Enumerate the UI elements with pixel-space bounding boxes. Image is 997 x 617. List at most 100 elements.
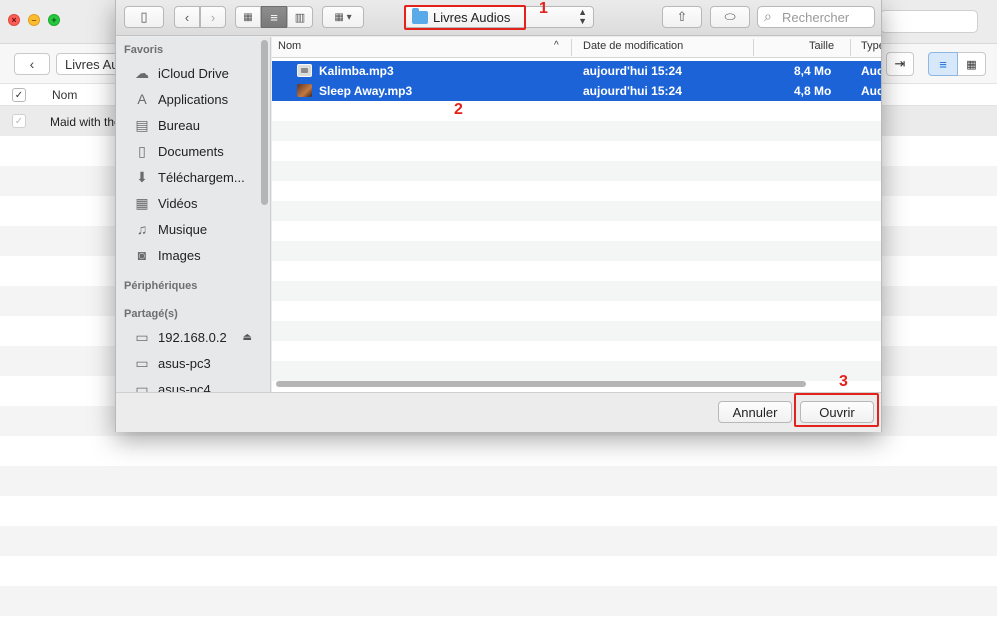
file-row-kalimba[interactable]: Kalimba.mp3 aujourd'hui 15:24 8,4 Mo Aud… xyxy=(272,61,881,81)
file-type: Audio xyxy=(861,64,881,78)
list-item xyxy=(272,201,881,221)
sidebar-item-musique[interactable]: ♫ Musique xyxy=(132,219,262,239)
sidebar-item-images[interactable]: ◙ Images xyxy=(132,245,262,265)
minimize-icon: – xyxy=(31,15,37,25)
sidebar-item-label: asus-pc3 xyxy=(158,355,211,371)
sidebar-item-label: Téléchargem... xyxy=(158,169,245,185)
list-item xyxy=(272,221,881,241)
bg-grid-view-button[interactable]: ▦ xyxy=(958,52,986,76)
grid-icon: ▦ xyxy=(243,11,253,23)
bg-list-view-button[interactable]: ≡ xyxy=(928,52,958,76)
file-date: aujourd'hui 15:24 xyxy=(583,64,682,78)
computer-icon: ▭ xyxy=(135,380,149,393)
column-header-date[interactable]: Date de modification xyxy=(583,40,683,52)
back-button[interactable]: ‹ xyxy=(174,6,200,28)
column-header-type[interactable]: Type xyxy=(861,40,881,52)
location-popup[interactable]: Livres Audios ▲ ▼ xyxy=(404,6,594,28)
bg-search-field[interactable] xyxy=(880,10,978,33)
minimize-window-button[interactable]: – xyxy=(28,14,40,26)
list-view-button[interactable]: ≡ xyxy=(261,6,287,28)
list-item xyxy=(272,261,881,281)
table-row xyxy=(0,586,997,616)
sidebar-section-peripheriques: Périphériques xyxy=(124,280,198,292)
dialog-toolbar: ▯ ‹ › ▦ ≡ ▥ ▦ ▾ Livres Audios ▲ ▼ ⇧ ⬭ ⌕ … xyxy=(116,0,881,36)
sidebar-item-telechargements[interactable]: ⬇ Téléchargem... xyxy=(132,167,262,187)
annotation-number: 1 xyxy=(539,0,548,17)
zoom-window-button[interactable]: + xyxy=(48,14,60,26)
folder-icon xyxy=(412,8,428,24)
sidebar-item-asus-pc3[interactable]: ▭ asus-pc3 xyxy=(132,353,262,373)
album-art-icon xyxy=(297,84,312,97)
eject-icon[interactable]: ⏏ xyxy=(243,332,252,343)
sidebar-item-bureau[interactable]: ▤ Bureau xyxy=(132,115,262,135)
sidebar-scrollbar[interactable] xyxy=(261,40,268,205)
list-item xyxy=(272,301,881,321)
horizontal-scrollbar[interactable] xyxy=(276,381,806,387)
file-list: Nom ^ Date de modification Taille Type K… xyxy=(272,37,881,392)
desktop-icon: ▤ xyxy=(135,116,149,133)
sidebar-toggle-button[interactable]: ▯ xyxy=(124,6,164,28)
sidebar-item-label: Bureau xyxy=(158,117,200,133)
sidebar-item-192-168-0-2[interactable]: ▭ 192.168.0.2 ⏏ xyxy=(132,327,262,347)
document-icon: ▯ xyxy=(138,142,146,159)
sidebar-section-favoris: Favoris xyxy=(124,44,164,56)
open-button[interactable]: Ouvrir xyxy=(800,401,874,423)
tags-button[interactable]: ⬭ xyxy=(710,6,750,28)
column-header-taille[interactable]: Taille xyxy=(809,40,834,52)
sidebar-item-label: Vidéos xyxy=(158,195,198,211)
location-label: Livres Audios xyxy=(433,10,511,25)
sidebar-item-label: Applications xyxy=(158,91,229,107)
file-date: aujourd'hui 15:24 xyxy=(583,84,682,98)
updown-arrows-icon: ▲ ▼ xyxy=(578,7,587,26)
sidebar-item-icloud-drive[interactable]: ☁ iCloud Drive xyxy=(132,63,262,83)
chevron-left-icon: ‹ xyxy=(29,56,35,72)
bg-select-all-checkbox[interactable]: ✓ xyxy=(12,88,26,102)
column-header-nom[interactable]: Nom xyxy=(278,40,301,52)
table-row xyxy=(0,556,997,586)
bg-import-button[interactable]: ⇥ xyxy=(886,52,914,76)
arrange-button[interactable]: ▦ ▾ xyxy=(322,6,364,28)
file-name: Kalimba.mp3 xyxy=(319,64,394,78)
bg-back-button[interactable]: ‹ xyxy=(14,53,50,75)
table-row xyxy=(0,466,997,496)
sidebar-icon: ▯ xyxy=(140,9,148,24)
table-row xyxy=(0,496,997,526)
file-size: 8,4 Mo xyxy=(794,64,832,78)
list-item xyxy=(272,281,881,301)
list-item xyxy=(272,181,881,201)
sidebar-item-applications[interactable]: A Applications xyxy=(132,89,262,109)
applications-icon: A xyxy=(137,91,147,107)
list-item xyxy=(272,321,881,341)
computer-icon: ▭ xyxy=(135,328,149,345)
open-file-dialog: ▯ ‹ › ▦ ≡ ▥ ▦ ▾ Livres Audios ▲ ▼ ⇧ ⬭ ⌕ … xyxy=(115,0,882,432)
sidebar-item-videos[interactable]: ▦ Vidéos xyxy=(132,193,262,213)
file-row-sleep-away[interactable]: Sleep Away.mp3 aujourd'hui 15:24 4,8 Mo … xyxy=(272,81,881,101)
bg-column-nom[interactable]: Nom xyxy=(52,88,77,102)
chevron-left-icon: ‹ xyxy=(184,9,190,25)
sidebar-item-asus-pc4[interactable]: ▭ asus-pc4 xyxy=(132,379,262,393)
list-item xyxy=(272,341,881,361)
column-separator xyxy=(850,39,851,56)
list-icon: ≡ xyxy=(939,56,947,72)
camera-icon: ◙ xyxy=(137,247,147,263)
grid-icon: ▦ xyxy=(966,58,977,71)
column-view-button[interactable]: ▥ xyxy=(287,6,313,28)
list-item xyxy=(272,241,881,261)
sidebar-item-label: 192.168.0.2 xyxy=(158,329,227,345)
sidebar-item-documents[interactable]: ▯ Documents xyxy=(132,141,262,161)
table-row xyxy=(0,436,997,466)
list-icon: ≡ xyxy=(270,9,278,25)
icon-view-button[interactable]: ▦ xyxy=(235,6,261,28)
audio-file-icon xyxy=(297,64,312,77)
file-list-header: Nom ^ Date de modification Taille Type xyxy=(272,37,881,58)
search-icon: ⌕ xyxy=(764,8,772,24)
search-input[interactable]: ⌕ Rechercher xyxy=(757,6,875,28)
chevron-right-icon: › xyxy=(210,9,216,25)
arrange-grid-icon: ▦ ▾ xyxy=(334,11,352,23)
cancel-button[interactable]: Annuler xyxy=(718,401,792,423)
sidebar-item-label: Images xyxy=(158,247,201,263)
share-button[interactable]: ⇧ xyxy=(662,6,702,28)
forward-button[interactable]: › xyxy=(200,6,226,28)
row-checkbox[interactable]: ✓ xyxy=(12,114,26,128)
close-window-button[interactable]: × xyxy=(8,14,20,26)
